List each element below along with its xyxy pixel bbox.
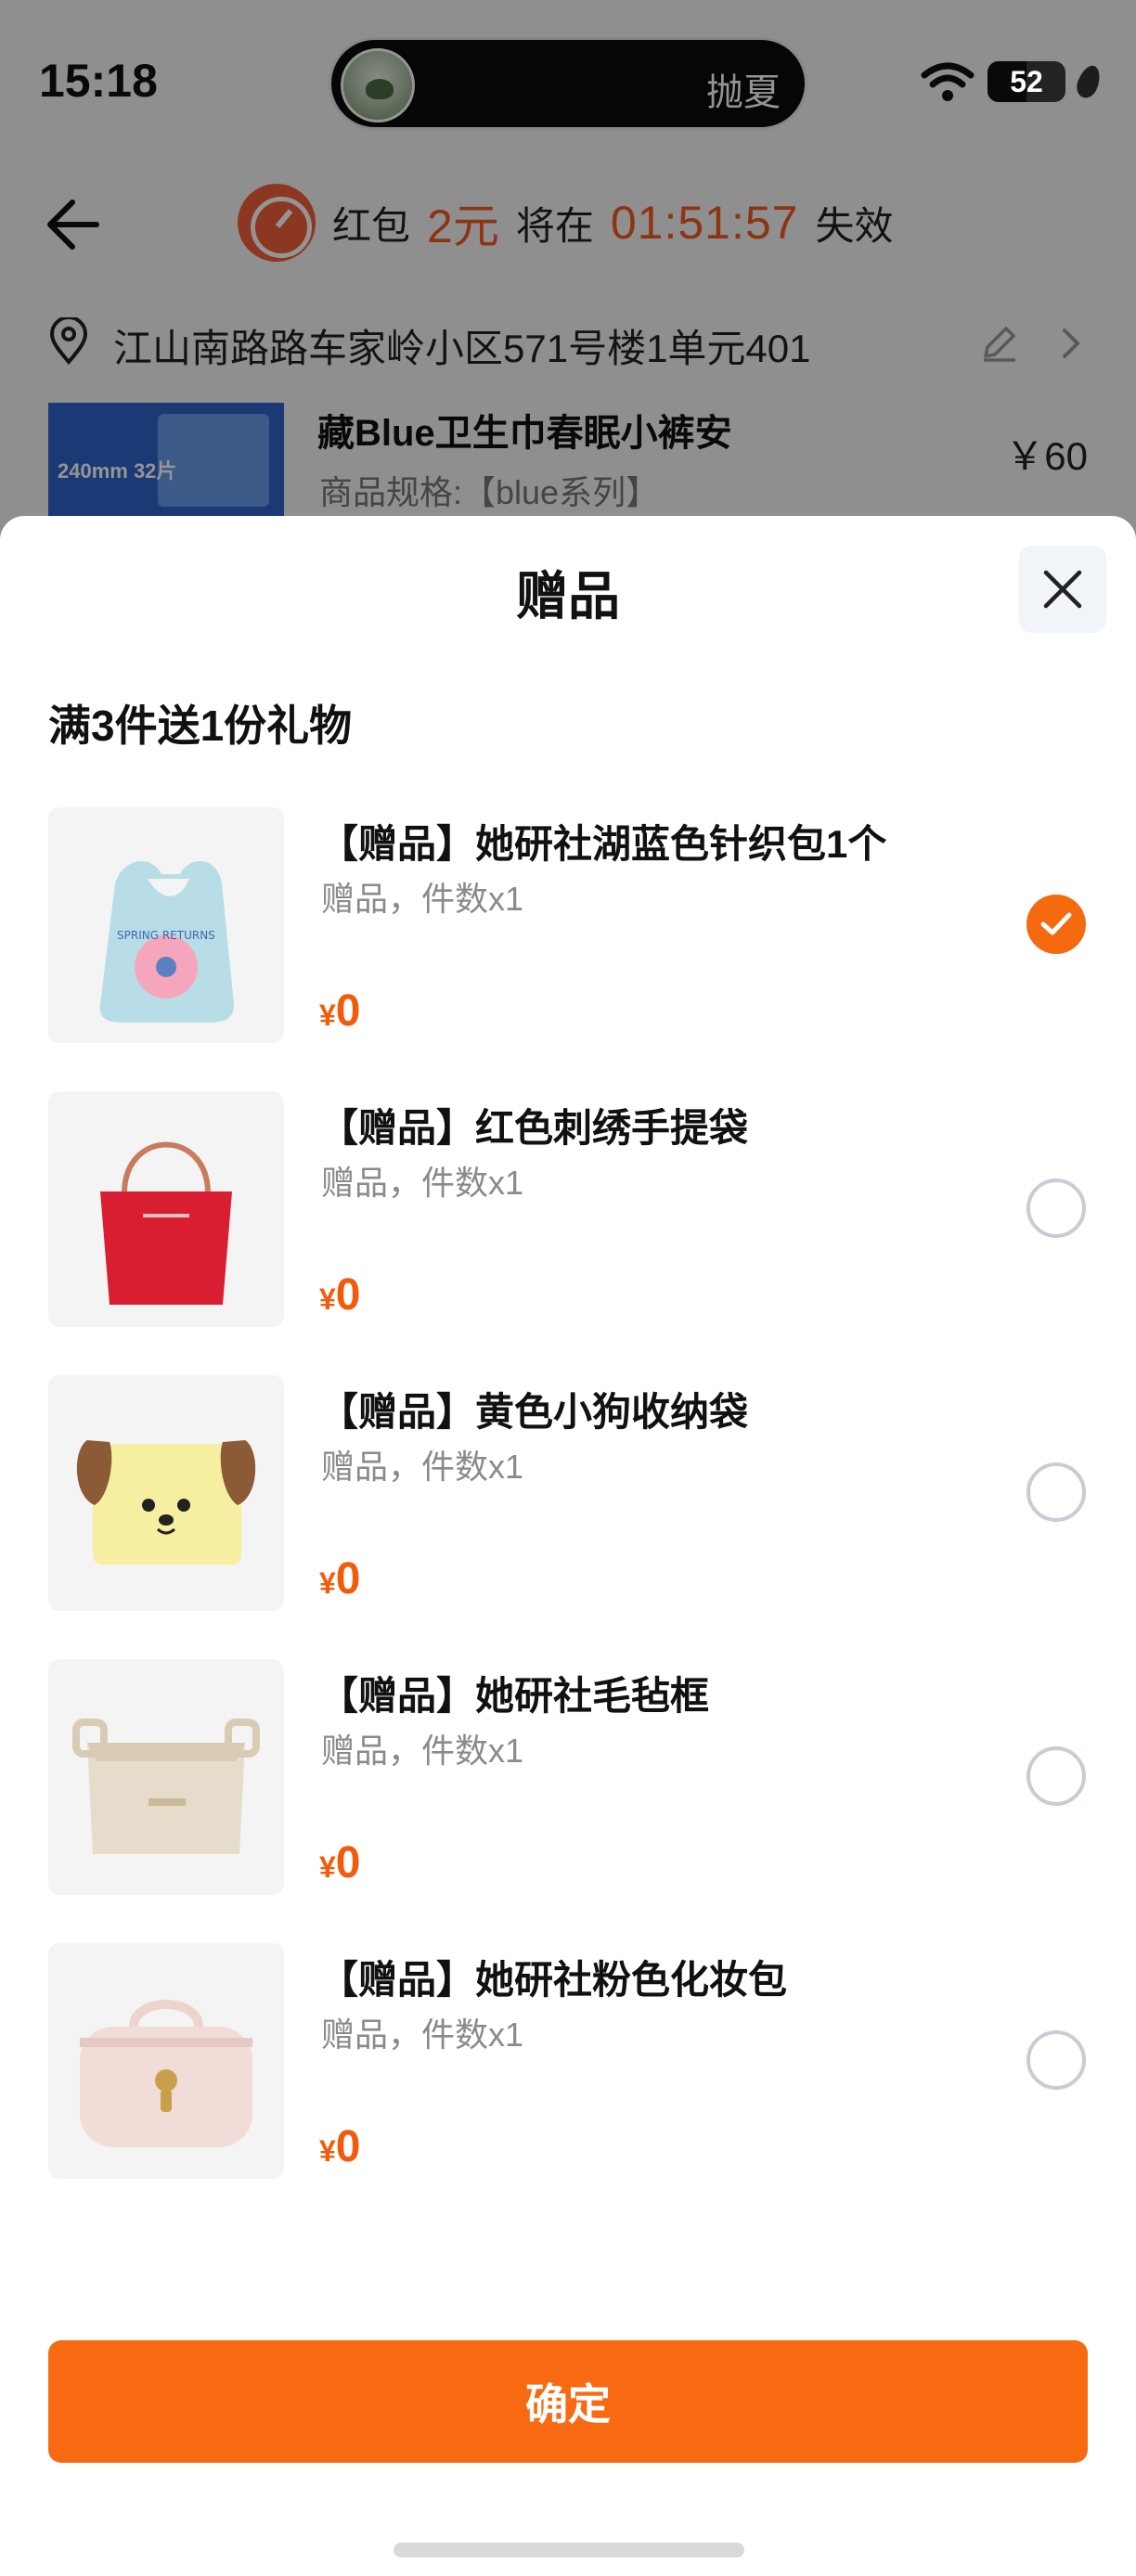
gift-radio[interactable] [1026, 1179, 1086, 1238]
gift-item[interactable]: 【赠品】她研社毛毡框 赠品，件数x1 ¥0 [0, 1659, 1136, 1897]
currency-symbol: ¥ [319, 998, 336, 1032]
gift-rule: 满3件送1份礼物 [48, 702, 353, 750]
gift-price: ¥0 [319, 1553, 361, 1604]
gift-name: 【赠品】她研社湖蓝色针织包1个 [319, 822, 887, 866]
gift-price-value: 0 [335, 986, 361, 1036]
currency-symbol: ¥ [319, 1566, 336, 1600]
svg-text:SPRING RETURNS: SPRING RETURNS [117, 929, 215, 942]
home-indicator[interactable] [394, 2543, 744, 2557]
gift-price: ¥0 [319, 1837, 361, 1888]
gift-item[interactable]: 【赠品】红色刺绣手提袋 赠品，件数x1 ¥0 [0, 1091, 1136, 1329]
confirm-button[interactable]: 确定 [48, 2340, 1088, 2463]
gift-price: ¥0 [319, 1269, 361, 1320]
sheet-title: 赠品 [516, 567, 620, 625]
gift-radio-selected[interactable] [1026, 895, 1086, 954]
currency-symbol: ¥ [319, 1282, 336, 1316]
gift-sheet: 赠品 满3件送1份礼物 SPRING RETURNS 【赠品】她研社湖蓝色针织包… [0, 516, 1136, 2576]
close-button[interactable] [1019, 546, 1106, 633]
gift-radio[interactable] [1026, 1462, 1086, 1522]
gift-meta: 赠品，件数x1 [321, 880, 524, 918]
currency-symbol: ¥ [319, 2134, 336, 2168]
gift-price-value: 0 [335, 1838, 361, 1887]
gift-meta: 赠品，件数x1 [321, 1164, 524, 1202]
gift-item[interactable]: SPRING RETURNS 【赠品】她研社湖蓝色针织包1个 赠品，件数x1 ¥… [0, 807, 1136, 1045]
gift-price-value: 0 [335, 2122, 361, 2171]
gift-name: 【赠品】她研社粉色化妆包 [319, 1958, 788, 2002]
gift-name: 【赠品】她研社毛毡框 [319, 1674, 710, 1718]
gift-thumbnail [48, 1375, 284, 1611]
gift-price-value: 0 [335, 1270, 361, 1320]
gift-thumbnail [48, 1091, 284, 1327]
gift-thumbnail [48, 1659, 284, 1895]
felt-basket-icon [72, 1719, 260, 1854]
modal-overlay[interactable] [0, 0, 1136, 557]
close-icon [1043, 570, 1082, 609]
gift-name: 【赠品】红色刺绣手提袋 [319, 1106, 749, 1150]
gift-thumbnail: SPRING RETURNS [48, 807, 284, 1043]
currency-symbol: ¥ [319, 1850, 336, 1884]
red-tote-bag-icon [100, 1141, 232, 1305]
gift-price: ¥0 [319, 985, 361, 1037]
gift-radio[interactable] [1026, 2030, 1086, 2090]
gift-meta: 赠品，件数x1 [321, 1448, 524, 1486]
gift-price-value: 0 [335, 1554, 361, 1604]
pink-cosmetic-bag-icon [80, 2000, 252, 2147]
checkmark-icon [1040, 912, 1072, 935]
blue-knit-bag-icon: SPRING RETURNS [99, 861, 235, 1023]
gift-meta: 赠品，件数x1 [321, 1732, 524, 1770]
yellow-dog-pouch-icon [76, 1440, 256, 1565]
gift-thumbnail [48, 1943, 284, 2179]
gift-price: ¥0 [319, 2121, 361, 2172]
gift-item[interactable]: 【赠品】她研社粉色化妆包 赠品，件数x1 ¥0 [0, 1943, 1136, 2181]
gift-radio[interactable] [1026, 1746, 1086, 1806]
gift-meta: 赠品，件数x1 [321, 2016, 524, 2054]
gift-name: 【赠品】黄色小狗收纳袋 [319, 1390, 749, 1434]
gift-item[interactable]: 【赠品】黄色小狗收纳袋 赠品，件数x1 ¥0 [0, 1375, 1136, 1613]
